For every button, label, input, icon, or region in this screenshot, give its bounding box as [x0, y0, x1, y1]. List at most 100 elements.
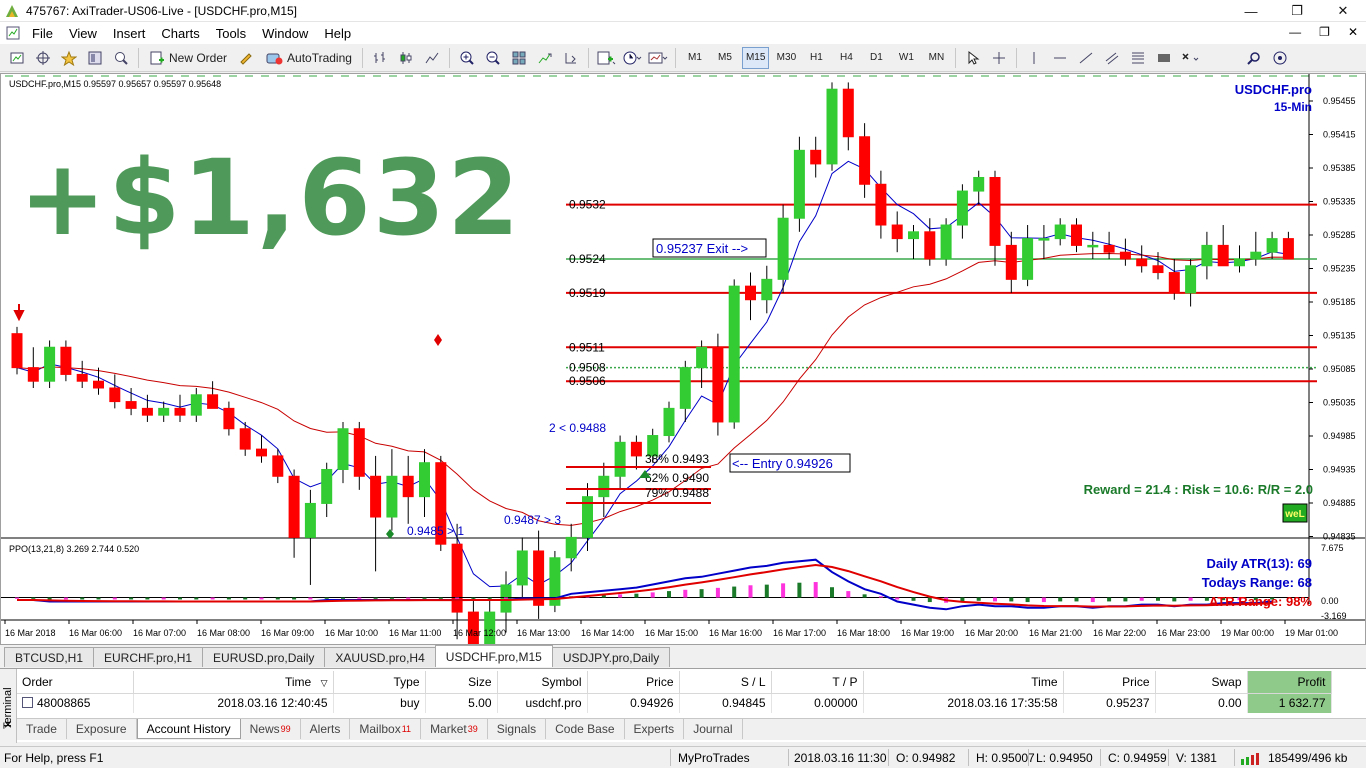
zoom-in-icon[interactable] [456, 47, 478, 69]
candle-body[interactable] [989, 176, 1001, 246]
crosshair-move-icon[interactable] [32, 47, 54, 69]
candle-body[interactable] [924, 231, 936, 260]
chart-shift-icon[interactable] [560, 47, 582, 69]
candle-body[interactable] [256, 448, 267, 457]
candle-body[interactable] [288, 475, 300, 538]
candle-body[interactable] [239, 428, 251, 450]
timeframe-m30[interactable]: M30 [773, 47, 799, 69]
candle-body[interactable] [27, 367, 39, 382]
mdi-close-button[interactable]: ✕ [1348, 25, 1358, 39]
col-time[interactable]: Time ▽ [133, 671, 334, 694]
candle-body[interactable] [158, 407, 170, 416]
tab-alerts[interactable]: Alerts [301, 719, 351, 739]
candle-body[interactable] [451, 543, 463, 613]
candle-body[interactable] [174, 407, 186, 416]
menu-file[interactable]: File [24, 26, 61, 41]
line-chart-icon[interactable] [421, 47, 443, 69]
candle-body[interactable] [630, 441, 642, 457]
candle-body[interactable] [1071, 224, 1082, 246]
candle-body[interactable] [614, 441, 626, 477]
timeframe-m5[interactable]: M5 [712, 47, 738, 69]
new-chart-icon[interactable] [6, 47, 28, 69]
zoom-out-icon[interactable] [482, 47, 504, 69]
tile-windows-icon[interactable] [508, 47, 530, 69]
menu-view[interactable]: View [61, 26, 105, 41]
candle-body[interactable] [1185, 265, 1197, 294]
channel-icon[interactable] [1101, 47, 1123, 69]
menu-window[interactable]: Window [254, 26, 316, 41]
tab-experts[interactable]: Experts [625, 719, 685, 739]
tab-journal[interactable]: Journal [684, 719, 743, 739]
candle-body[interactable] [1266, 238, 1278, 253]
candle-body[interactable] [940, 224, 952, 260]
col-close-price[interactable]: Price [1063, 671, 1156, 694]
candle-body[interactable] [141, 407, 153, 416]
timeframe-d1[interactable]: D1 [863, 47, 889, 69]
chart-window[interactable]: USDCHF.pro,M15 0.95597 0.95657 0.95597 0… [0, 73, 1366, 645]
favorites-star-icon[interactable] [58, 47, 80, 69]
vertical-line-icon[interactable] [1023, 47, 1045, 69]
candle-body[interactable] [370, 475, 382, 518]
col-order[interactable]: Order [17, 671, 134, 694]
trendline-icon[interactable] [1075, 47, 1097, 69]
candle-body[interactable] [891, 224, 903, 240]
candle-body[interactable] [826, 88, 838, 165]
col-type[interactable]: Type [333, 671, 426, 694]
fibonacci-icon[interactable] [1127, 47, 1149, 69]
candle-body[interactable] [793, 149, 805, 219]
timeframe-w1[interactable]: W1 [893, 47, 919, 69]
col-swap[interactable]: Swap [1155, 671, 1248, 694]
cursor-icon[interactable] [962, 47, 984, 69]
zoom-in-chart-icon[interactable] [110, 47, 132, 69]
chart-tab-xauusd[interactable]: XAUUSD.pro,H4 [324, 647, 436, 667]
candle-body[interactable] [93, 380, 104, 389]
maximize-button[interactable]: ❐ [1274, 0, 1320, 22]
col-tp[interactable]: T / P [771, 671, 864, 694]
candle-body[interactable] [125, 401, 137, 409]
candlestick-chart-icon[interactable] [395, 47, 417, 69]
col-size[interactable]: Size [425, 671, 498, 694]
tab-news[interactable]: News 99 [241, 719, 301, 739]
chart-document-icon[interactable] [6, 26, 24, 40]
candle-body[interactable] [728, 285, 740, 423]
tab-exposure[interactable]: Exposure [67, 719, 137, 739]
menu-tools[interactable]: Tools [208, 26, 254, 41]
candle-body[interactable] [777, 217, 789, 280]
timeframe-h4[interactable]: H4 [833, 47, 859, 69]
candle-body[interactable] [1005, 244, 1017, 280]
minimize-button[interactable]: — [1228, 0, 1274, 22]
search-icon[interactable] [1243, 47, 1265, 69]
candle-body[interactable] [598, 475, 610, 498]
horizontal-line-icon[interactable] [1049, 47, 1071, 69]
arrows-dropdown-icon[interactable] [1179, 47, 1201, 69]
candle-body[interactable] [337, 428, 349, 470]
candle-body[interactable] [761, 278, 773, 301]
candle-body[interactable] [1201, 244, 1213, 267]
periods-clock-icon[interactable] [621, 47, 643, 69]
candle-body[interactable] [956, 190, 968, 226]
candle-body[interactable] [76, 373, 88, 382]
crosshair-icon[interactable] [988, 47, 1010, 69]
chart-tab-usdchf[interactable]: USDCHF.pro,M15 [434, 645, 553, 667]
col-close-time[interactable]: Time [863, 671, 1064, 694]
tab-signals[interactable]: Signals [488, 719, 547, 739]
chart-tab-usdjpy[interactable]: USDJPY.pro,Daily [551, 647, 671, 667]
candle-body[interactable] [386, 475, 398, 518]
candle-body[interactable] [663, 407, 675, 437]
tab-account-history[interactable]: Account History [136, 719, 241, 739]
tab-mailbox[interactable]: Mailbox 11 [350, 719, 422, 739]
candle-body[interactable] [973, 176, 985, 192]
col-symbol[interactable]: Symbol [497, 671, 588, 694]
templates-icon[interactable] [647, 47, 669, 69]
text-label-icon[interactable] [1153, 47, 1175, 69]
candle-body[interactable] [402, 475, 414, 498]
candle-body[interactable] [1250, 251, 1262, 260]
candle-body[interactable] [272, 455, 284, 477]
candle-body[interactable] [842, 88, 854, 138]
candle-body[interactable] [875, 183, 887, 226]
timeframe-m1[interactable]: M1 [682, 47, 708, 69]
col-sl[interactable]: S / L [679, 671, 772, 694]
menu-charts[interactable]: Charts [153, 26, 207, 41]
navigator-icon[interactable] [84, 47, 106, 69]
chart-tab-btcusd[interactable]: BTCUSD,H1 [4, 647, 95, 667]
